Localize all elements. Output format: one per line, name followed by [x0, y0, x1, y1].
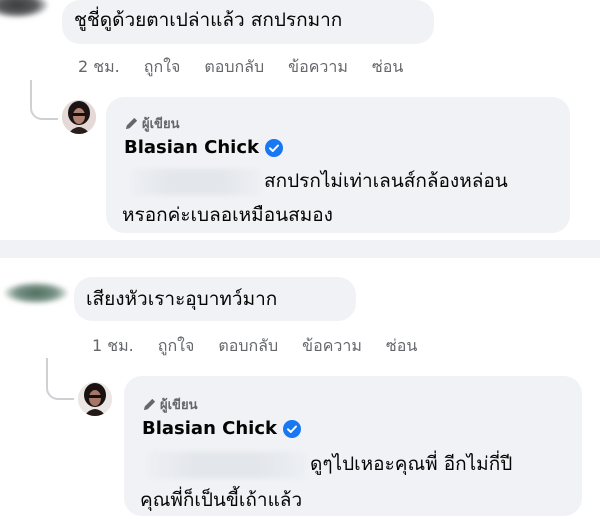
author-name[interactable]: Blasian Chick — [124, 137, 259, 158]
author-avatar[interactable] — [62, 100, 96, 134]
author-badge: ผู้เขียน — [124, 113, 179, 134]
author-avatar-image — [78, 382, 112, 416]
author-name[interactable]: Blasian Chick — [142, 418, 277, 439]
reply-text-line-2: หรอกค่ะเบลอเหมือนสมอง — [122, 204, 333, 226]
reply-text-line-1: สกปรกไม่เท่าเลนส์กล้องหล่อน — [264, 170, 508, 192]
like-button[interactable]: ถูกใจ — [144, 55, 181, 80]
pencil-icon — [125, 117, 138, 130]
screenshot-separator — [0, 240, 600, 258]
author-badge: ผู้เขียน — [142, 394, 197, 415]
comment-thread-2: เสียงหัวเราะอุบาทว์มาก 1 ชม. ถูกใจ ตอบกล… — [0, 258, 600, 519]
comment-actions: 1 ชม. ถูกใจ ตอบกลับ ข้อความ ซ่อน — [92, 334, 417, 359]
redacted-mention — [132, 169, 260, 195]
reply-text-line-1: ดูๆไปเหอะคุณพี่ อีกไม่กี่ปี — [310, 453, 513, 475]
commenter-avatar-blurred[interactable] — [4, 282, 68, 304]
author-badge-label: ผู้เขียน — [160, 398, 198, 413]
author-avatar-image — [62, 100, 96, 134]
redacted-mention — [148, 452, 306, 478]
commenter-avatar-blurred[interactable] — [0, 0, 48, 18]
hide-button[interactable]: ซ่อน — [386, 334, 417, 359]
comment-actions: 2 ชม. ถูกใจ ตอบกลับ ข้อความ ซ่อน — [78, 55, 403, 80]
comment-timestamp[interactable]: 1 ชม. — [92, 334, 134, 359]
verified-badge-icon — [264, 138, 283, 157]
message-button[interactable]: ข้อความ — [302, 334, 362, 359]
author-badge-label: ผู้เขียน — [142, 117, 180, 132]
like-button[interactable]: ถูกใจ — [158, 334, 195, 359]
reply-button[interactable]: ตอบกลับ — [218, 334, 278, 359]
message-button[interactable]: ข้อความ — [288, 55, 348, 80]
comment-bubble: เสียงหัวเราะอุบาทว์มาก — [74, 277, 356, 321]
reply-thread-line — [46, 358, 74, 400]
reply-text-line-2: คุณพี่ก็เป็นขี้เถ้าแล้ว — [140, 489, 303, 511]
reply-bubble: ผู้เขียน Blasian Chick ดูๆไปเหอะคุณพี่ อ… — [124, 376, 582, 516]
comment-text: เสียงหัวเราะอุบาทว์มาก — [86, 288, 278, 310]
author-name-row: Blasian Chick — [124, 137, 283, 158]
hide-button[interactable]: ซ่อน — [372, 55, 403, 80]
verified-badge-icon — [282, 419, 301, 438]
reply-bubble: ผู้เขียน Blasian Chick สกปรกไม่เท่าเลนส์… — [106, 97, 570, 233]
pencil-icon — [143, 398, 156, 411]
reply-thread-line — [30, 80, 58, 120]
author-name-row: Blasian Chick — [142, 418, 301, 439]
author-avatar[interactable] — [78, 382, 112, 416]
comment-thread-1: ชูชี่ดูด้วยตาเปล่าแล้ว สกปรกมาก 2 ชม. ถู… — [0, 0, 600, 240]
comment-timestamp[interactable]: 2 ชม. — [78, 55, 120, 80]
reply-button[interactable]: ตอบกลับ — [204, 55, 264, 80]
comment-text: ชูชี่ดูด้วยตาเปล่าแล้ว สกปรกมาก — [74, 9, 343, 31]
comment-bubble: ชูชี่ดูด้วยตาเปล่าแล้ว สกปรกมาก — [62, 0, 434, 44]
